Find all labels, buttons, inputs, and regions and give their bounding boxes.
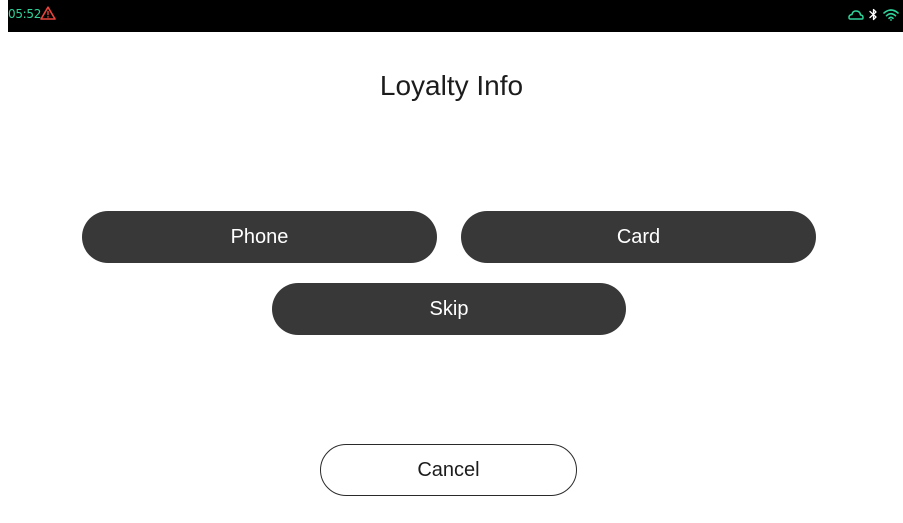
warning-icon [40, 6, 56, 20]
bluetooth-icon [869, 8, 878, 21]
phone-button[interactable]: Phone [82, 211, 437, 263]
status-bar: 05:52 [0, 0, 903, 32]
cancel-button[interactable]: Cancel [320, 444, 577, 496]
status-time: 05:52 [8, 7, 42, 21]
status-icons [848, 5, 899, 23]
card-button[interactable]: Card [461, 211, 816, 263]
skip-button[interactable]: Skip [272, 283, 626, 335]
page-title: Loyalty Info [379, 70, 524, 101]
loyalty-info-screen: 05:52 Loyalty Info Phone Card Skip Cance… [0, 0, 903, 523]
wifi-icon [883, 8, 899, 21]
cloud-icon [848, 8, 864, 20]
